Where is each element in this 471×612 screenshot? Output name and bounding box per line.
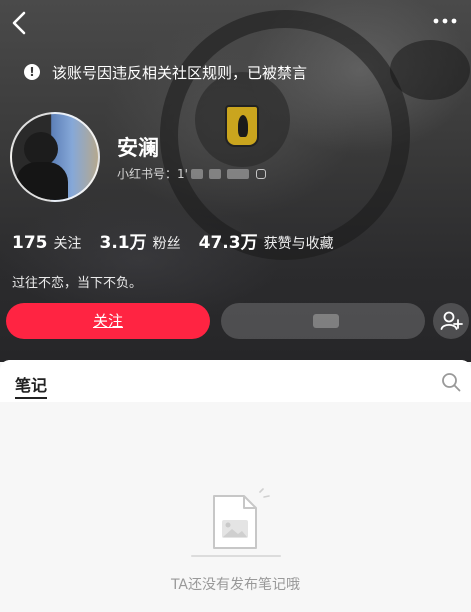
avatar-person-body xyxy=(16,162,68,200)
stat-likes-collects[interactable]: 47.3万 获赞与收藏 xyxy=(199,228,334,253)
ban-notice-text: 该账号因违反相关社区规则，已被禁言 xyxy=(52,63,308,82)
avatar-person-head xyxy=(24,132,58,166)
stat-value: 175 xyxy=(12,233,48,253)
profile-name: 安澜 xyxy=(117,136,159,160)
search-icon[interactable] xyxy=(441,372,461,392)
more-dots-icon[interactable] xyxy=(431,8,459,36)
stat-value: 3.1万 xyxy=(99,233,147,253)
profile-stats: 175 关注 3.1万 粉丝 47.3万 获赞与收藏 xyxy=(12,228,352,253)
empty-notes-message: TA还没有发布笔记哦 xyxy=(170,577,301,593)
avatar[interactable] xyxy=(10,112,100,202)
message-button[interactable] xyxy=(221,303,425,339)
profile-id-redaction xyxy=(190,168,203,179)
message-button-redaction xyxy=(313,314,339,328)
tab-bar: 笔记 xyxy=(0,360,471,402)
copy-icon[interactable] xyxy=(255,168,266,179)
profile-bio: 过往不恋，当下不负。 xyxy=(12,276,143,291)
background-car-badge xyxy=(225,105,259,147)
background-air-vent xyxy=(390,40,470,100)
stat-value: 47.3万 xyxy=(198,233,258,253)
stat-followers[interactable]: 3.1万 粉丝 xyxy=(100,228,181,253)
profile-id-label: 小红书号： xyxy=(117,167,178,181)
follow-button[interactable]: 关注 xyxy=(6,303,210,339)
profile-id-redaction xyxy=(226,168,249,179)
exclamation-circle-icon: ! xyxy=(24,64,40,80)
stat-following[interactable]: 175 关注 xyxy=(12,233,82,253)
stat-label: 粉丝 xyxy=(152,236,181,252)
profile-id: 小红书号： 1' xyxy=(117,165,266,182)
empty-document-icon xyxy=(186,488,286,560)
stat-label: 获赞与收藏 xyxy=(263,236,334,252)
add-friend-icon[interactable] xyxy=(433,303,469,339)
ban-notice: ! 该账号因违反相关社区规则，已被禁言 xyxy=(24,60,307,84)
follow-button-label: 关注 xyxy=(92,312,123,330)
stat-label: 关注 xyxy=(53,236,82,252)
profile-id-redaction xyxy=(208,168,221,179)
profile-id-value: 1' xyxy=(177,166,188,181)
tab-notes[interactable]: 笔记 xyxy=(15,372,48,399)
back-arrow-icon[interactable] xyxy=(8,10,32,38)
